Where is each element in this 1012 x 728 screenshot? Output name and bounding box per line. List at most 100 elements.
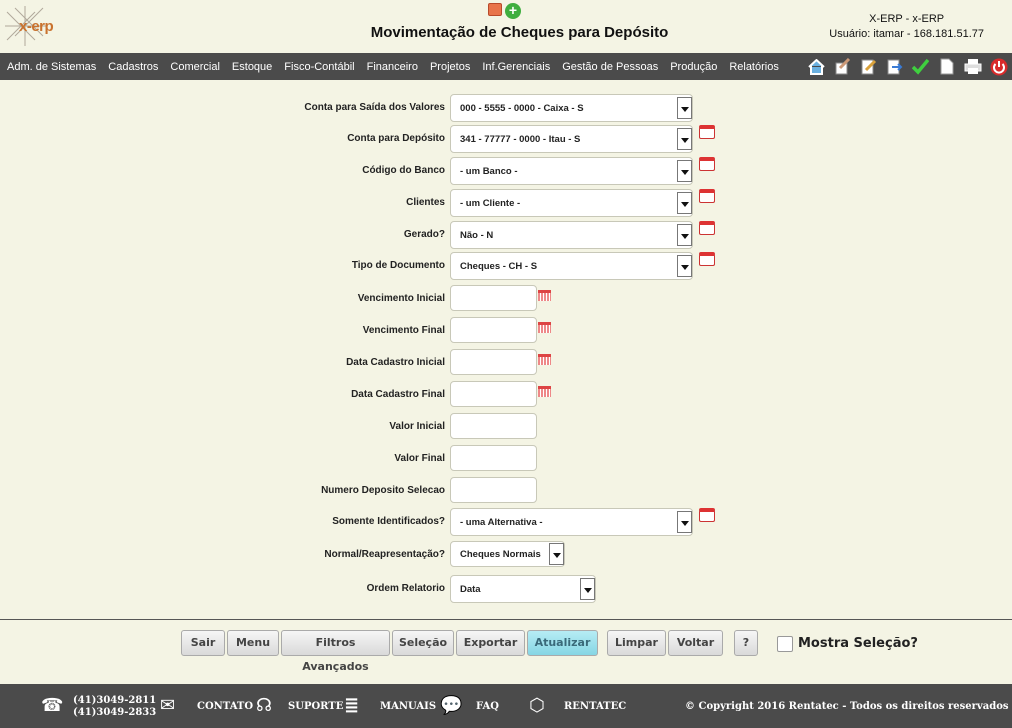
- edit-list-icon[interactable]: [833, 57, 852, 76]
- label-conta-saida: Conta para Saída dos Valores: [304, 102, 445, 113]
- select-gerado[interactable]: Não - N: [450, 221, 693, 249]
- chevron-down-icon[interactable]: [549, 543, 564, 565]
- select-conta-saida[interactable]: 000 - 5555 - 0000 - Caixa - S: [450, 94, 693, 122]
- row-venc-inicial: Vencimento Inicial: [0, 285, 1012, 313]
- check-icon[interactable]: [911, 57, 930, 76]
- select-value: 000 - 5555 - 0000 - Caixa - S: [460, 103, 584, 114]
- row-conta-deposito: Conta para Depósito 341 - 77777 - 0000 -…: [0, 125, 1012, 153]
- divider: [0, 619, 1012, 620]
- power-icon[interactable]: [989, 57, 1008, 76]
- contato-link[interactable]: CONTATO: [197, 701, 253, 712]
- row-data-cad-final: Data Cadastro Final: [0, 381, 1012, 409]
- menu-relatorios[interactable]: Relatórios: [723, 61, 785, 73]
- calendar-picker-icon[interactable]: [699, 508, 715, 522]
- help-button[interactable]: ?: [734, 630, 758, 656]
- input-data-cad-final[interactable]: [450, 381, 537, 407]
- edit-icon[interactable]: [859, 57, 878, 76]
- header: x-erp + Movimentação de Cheques para Dep…: [0, 0, 1012, 53]
- rentatec-logo-icon: ⬡: [529, 695, 545, 716]
- phone-2: (41)3049-2833: [73, 707, 157, 718]
- chevron-down-icon[interactable]: [580, 578, 595, 600]
- select-value: Não - N: [460, 230, 494, 241]
- document-icon[interactable]: [937, 57, 956, 76]
- calendar-picker-icon[interactable]: [699, 221, 715, 235]
- calendar-icon[interactable]: [538, 322, 551, 333]
- menu-producao[interactable]: Produção: [664, 61, 723, 73]
- select-codigo-banco[interactable]: - um Banco -: [450, 157, 693, 185]
- select-value: Data: [460, 584, 481, 595]
- label-somente-identificados: Somente Identificados?: [332, 516, 445, 527]
- chevron-down-icon[interactable]: [677, 128, 692, 150]
- faq-link[interactable]: FAQ: [476, 701, 499, 712]
- sair-button[interactable]: Sair: [181, 630, 225, 656]
- select-clientes[interactable]: - um Cliente -: [450, 189, 693, 217]
- row-venc-final: Vencimento Final: [0, 317, 1012, 345]
- label-codigo-banco: Código do Banco: [362, 165, 445, 176]
- row-valor-final: Valor Final: [0, 445, 1012, 473]
- voltar-button[interactable]: Voltar: [668, 630, 723, 656]
- suporte-link[interactable]: SUPORTE: [288, 701, 343, 712]
- input-numero-deposito[interactable]: [450, 477, 537, 503]
- select-ordem-relatorio[interactable]: Data: [450, 575, 596, 603]
- limpar-button[interactable]: Limpar: [607, 630, 666, 656]
- row-somente-identificados: Somente Identificados? - uma Alternativa…: [0, 508, 1012, 536]
- selecao-button[interactable]: Seleção: [392, 630, 454, 656]
- input-venc-final[interactable]: [450, 317, 537, 343]
- menu-cadastros[interactable]: Cadastros: [102, 61, 164, 73]
- row-valor-inicial: Valor Inicial: [0, 413, 1012, 441]
- chevron-down-icon[interactable]: [677, 255, 692, 277]
- add-icon[interactable]: +: [505, 3, 521, 19]
- pdf-icon[interactable]: [488, 3, 502, 16]
- label-normal-reapresentacao: Normal/Reapresentação?: [324, 549, 445, 560]
- calendar-picker-icon[interactable]: [699, 189, 715, 203]
- chevron-down-icon[interactable]: [677, 97, 692, 119]
- calendar-icon[interactable]: [538, 354, 551, 365]
- menu-financeiro[interactable]: Financeiro: [361, 61, 424, 73]
- calendar-icon[interactable]: [538, 386, 551, 397]
- menu-adm-sistemas[interactable]: Adm. de Sistemas: [1, 61, 102, 73]
- label-valor-inicial: Valor Inicial: [389, 421, 445, 432]
- menu-projetos[interactable]: Projetos: [424, 61, 476, 73]
- label-tipo-documento: Tipo de Documento: [351, 260, 445, 271]
- user-info: Usuário: itamar - 168.181.51.77: [829, 28, 984, 40]
- footer: ☎ (41)3049-2811 (41)3049-2833 ✉ CONTATO …: [0, 684, 1012, 728]
- select-value: - um Banco -: [460, 166, 518, 177]
- home-icon[interactable]: [807, 57, 826, 76]
- copyright: © Copyright 2016 Rentatec - Todos os dir…: [685, 701, 1009, 712]
- mostra-selecao-checkbox[interactable]: [777, 636, 793, 652]
- select-conta-deposito[interactable]: 341 - 77777 - 0000 - Itau - S: [450, 125, 693, 153]
- menu-estoque[interactable]: Estoque: [226, 61, 278, 73]
- calendar-icon[interactable]: [538, 290, 551, 301]
- row-ordem-relatorio: Ordem Relatorio Data: [0, 575, 1012, 603]
- row-clientes: Clientes - um Cliente -: [0, 189, 1012, 217]
- menu-inf-gerenciais[interactable]: Inf.Gerenciais: [476, 61, 556, 73]
- chevron-down-icon[interactable]: [677, 160, 692, 182]
- calendar-picker-icon[interactable]: [699, 252, 715, 266]
- menu-button[interactable]: Menu: [227, 630, 279, 656]
- menu-gestao-pessoas[interactable]: Gestão de Pessoas: [556, 61, 664, 73]
- input-valor-inicial[interactable]: [450, 413, 537, 439]
- exportar-button[interactable]: Exportar: [456, 630, 525, 656]
- atualizar-button[interactable]: Atualizar: [527, 630, 598, 656]
- select-tipo-documento[interactable]: Cheques - CH - S: [450, 252, 693, 280]
- input-data-cad-inicial[interactable]: [450, 349, 537, 375]
- export-icon[interactable]: [885, 57, 904, 76]
- chevron-down-icon[interactable]: [677, 192, 692, 214]
- calendar-picker-icon[interactable]: [699, 157, 715, 171]
- calendar-picker-icon[interactable]: [699, 125, 715, 139]
- chevron-down-icon[interactable]: [677, 511, 692, 533]
- label-venc-inicial: Vencimento Inicial: [357, 293, 445, 304]
- select-somente-identificados[interactable]: - uma Alternativa -: [450, 508, 693, 536]
- select-value: - um Cliente -: [460, 198, 521, 209]
- print-icon[interactable]: [963, 57, 982, 76]
- row-normal-reapresentacao: Normal/Reapresentação? Cheques Normais: [0, 541, 1012, 569]
- menu-comercial[interactable]: Comercial: [164, 61, 226, 73]
- input-valor-final[interactable]: [450, 445, 537, 471]
- manuais-link[interactable]: MANUAIS: [380, 701, 436, 712]
- chevron-down-icon[interactable]: [677, 224, 692, 246]
- filtros-avancados-button[interactable]: Filtros Avançados: [281, 630, 390, 673]
- menu-fisco-contabil[interactable]: Fisco-Contábil: [278, 61, 360, 73]
- select-normal-reapresentacao[interactable]: Cheques Normais: [450, 541, 565, 567]
- input-venc-inicial[interactable]: [450, 285, 537, 311]
- rentatec-link[interactable]: RENTATEC: [564, 701, 626, 712]
